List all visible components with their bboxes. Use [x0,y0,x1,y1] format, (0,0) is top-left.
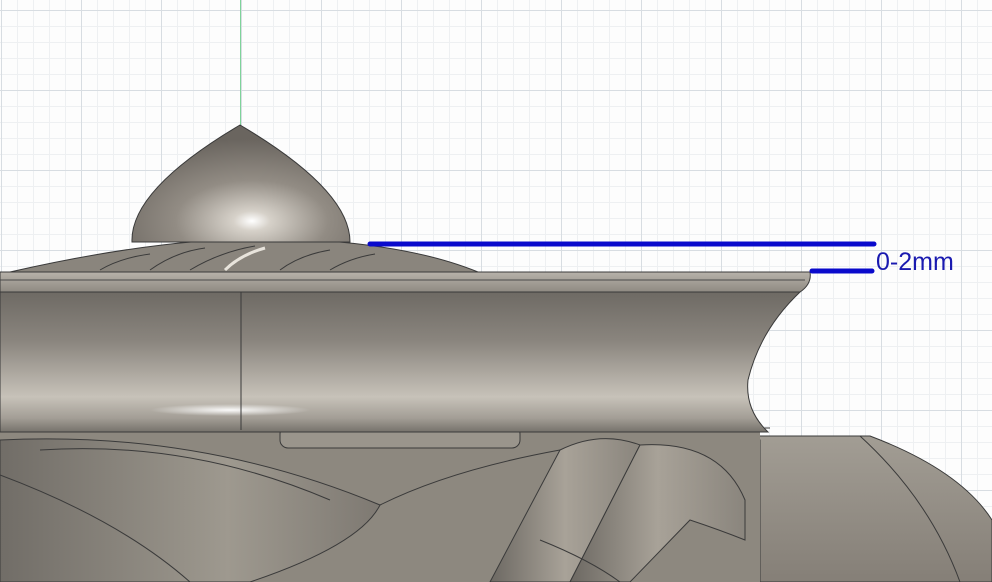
nose-cone [131,124,351,243]
3d-viewport[interactable]: 0-2mm [0,0,992,582]
lower-components [0,425,770,582]
dimension-label: 0-2mm [876,248,954,276]
rim [0,271,811,433]
3d-model[interactable] [0,0,992,582]
